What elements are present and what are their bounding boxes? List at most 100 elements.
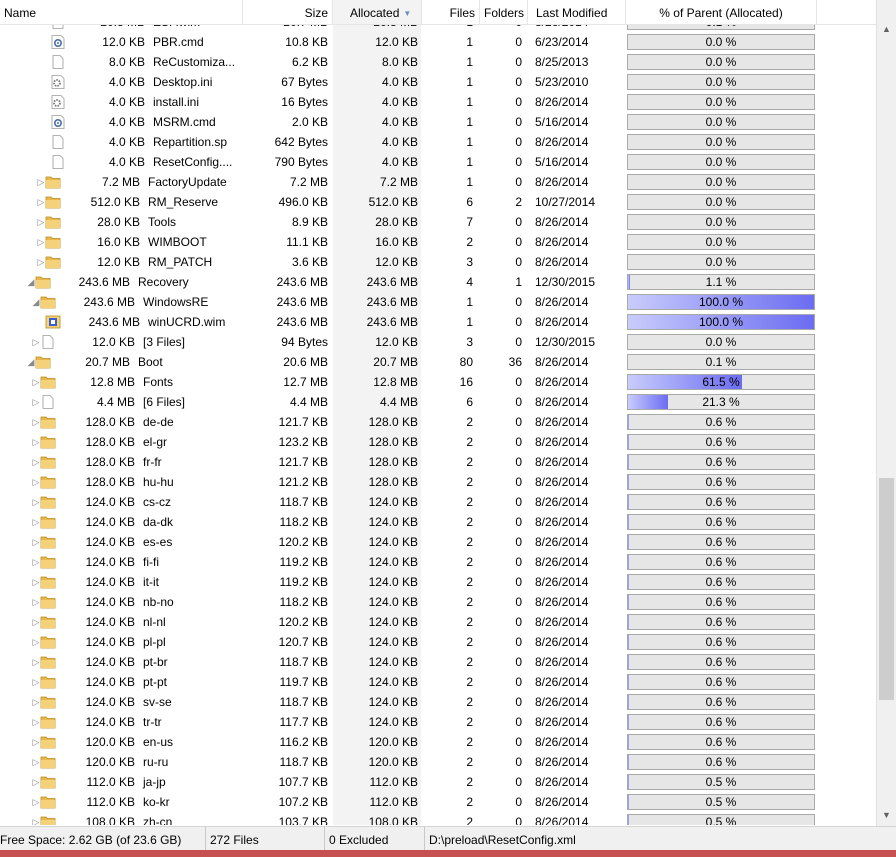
row-allocated: 4.0 KB bbox=[381, 135, 418, 149]
percent-bar: 0.6 % bbox=[627, 694, 815, 710]
table-row[interactable]: ▷ 108.0 KB zh-cn 103.7 KB 108.0 KB 2 0 8/26/201… bbox=[0, 812, 876, 825]
table-row[interactable]: ▷ 124.0 KB nl-nl 120.2 KB 124.0 KB 2 0 8/26/201… bbox=[0, 612, 876, 632]
row-allocated: 12.0 KB bbox=[375, 335, 418, 349]
header-percent-of-parent[interactable]: % of Parent (Allocated) bbox=[626, 0, 817, 24]
table-row[interactable]: 4.0 KB install.ini 16 Bytes 4.0 KB 1 0 8/26/20… bbox=[0, 92, 876, 112]
row-allocated: 4.0 KB bbox=[381, 155, 418, 169]
table-row[interactable]: ▷ 28.0 KB Tools 8.9 KB 28.0 KB 7 0 8/26/2014 0.0… bbox=[0, 212, 876, 232]
table-row[interactable]: ▷ 124.0 KB tr-tr 117.7 KB 124.0 KB 2 0 8/26/201… bbox=[0, 712, 876, 732]
table-row[interactable]: ▷ 124.0 KB cs-cz 118.7 KB 124.0 KB 2 0 8/26/201… bbox=[0, 492, 876, 512]
table-row[interactable]: ▷ 120.0 KB en-us 116.2 KB 120.0 KB 2 0 8/26/201… bbox=[0, 732, 876, 752]
header-allocated[interactable]: Allocated ▼ bbox=[333, 0, 422, 24]
row-name: Boot bbox=[138, 355, 163, 369]
table-row[interactable]: ▷ 124.0 KB es-es 120.2 KB 124.0 KB 2 0 8/26/201… bbox=[0, 532, 876, 552]
row-name: ReCustomiza... bbox=[153, 55, 236, 69]
table-row[interactable]: ◢ 20.7 MB Boot 20.6 MB 20.7 MB 80 36 8/26/2014 0… bbox=[0, 352, 876, 372]
row-last-modified: 8/26/2014 bbox=[535, 655, 589, 669]
folder-icon bbox=[40, 555, 56, 569]
row-allocated-label: 20.7 MB bbox=[85, 355, 130, 369]
table-row[interactable]: ▷ 124.0 KB fi-fi 119.2 KB 124.0 KB 2 0 8/26/201… bbox=[0, 552, 876, 572]
table-row[interactable]: 12.0 KB PBR.cmd 10.8 KB 12.0 KB 1 0 6/23/2014 0… bbox=[0, 32, 876, 52]
percent-bar: 100.0 % bbox=[627, 314, 815, 330]
table-row[interactable]: 4.0 KB Desktop.ini 67 Bytes 4.0 KB 1 0 5/23/20… bbox=[0, 72, 876, 92]
row-last-modified: 8/26/2014 bbox=[535, 535, 589, 549]
scroll-up-arrow-icon[interactable]: ▲ bbox=[877, 24, 896, 34]
folder-icon bbox=[40, 575, 56, 589]
percent-bar: 61.5 % bbox=[627, 374, 815, 390]
row-last-modified: 8/26/2014 bbox=[535, 315, 589, 329]
row-last-modified: 8/26/2014 bbox=[535, 255, 589, 269]
header-last-modified[interactable]: Last Modified bbox=[528, 0, 626, 24]
percent-label: 21.3 % bbox=[702, 395, 740, 409]
header-last-modified-label: Last Modified bbox=[536, 6, 608, 20]
row-last-modified: 8/26/2014 bbox=[535, 575, 589, 589]
table-row[interactable]: ▷ 128.0 KB hu-hu 121.2 KB 128.0 KB 2 0 8/26/201… bbox=[0, 472, 876, 492]
row-size: 118.2 KB bbox=[279, 595, 328, 609]
table-row[interactable]: ◢ 243.6 MB Recovery 243.6 MB 243.6 MB 4 1 12/30… bbox=[0, 272, 876, 292]
percent-label: 100.0 % bbox=[698, 295, 744, 309]
table-row[interactable]: ▷ 124.0 KB sv-se 118.7 KB 124.0 KB 2 0 8/26/201… bbox=[0, 692, 876, 712]
table-row[interactable]: ▷ 120.0 KB ru-ru 118.7 KB 120.0 KB 2 0 8/26/201… bbox=[0, 752, 876, 772]
table-row[interactable]: ▷ 112.0 KB ko-kr 107.2 KB 112.0 KB 2 0 8/26/201… bbox=[0, 792, 876, 812]
table-row[interactable]: ▷ 124.0 KB da-dk 118.2 KB 124.0 KB 2 0 8/26/201… bbox=[0, 512, 876, 532]
scrollbar-thumb[interactable] bbox=[879, 478, 894, 700]
header-size[interactable]: Size bbox=[243, 0, 333, 24]
row-last-modified: 8/26/2014 bbox=[535, 435, 589, 449]
row-folders: 0 bbox=[515, 375, 522, 389]
row-allocated-label: 4.0 KB bbox=[108, 75, 145, 89]
table-row[interactable]: ▷ 4.4 MB [6 Files] 4.4 MB 4.4 MB 6 0 8/26/2014 2… bbox=[0, 392, 876, 412]
vertical-scrollbar[interactable]: ▲ ▼ bbox=[876, 0, 896, 826]
row-files: 1 bbox=[466, 135, 473, 149]
row-allocated: 108.0 KB bbox=[368, 815, 418, 825]
row-size: 243.6 MB bbox=[276, 295, 328, 309]
row-files: 2 bbox=[466, 455, 473, 469]
row-size: 118.2 KB bbox=[279, 515, 328, 529]
table-row[interactable]: ▷ 12.8 MB Fonts 12.7 MB 12.8 MB 16 0 8/26/2014 6… bbox=[0, 372, 876, 392]
table-row[interactable]: ▷ 124.0 KB pt-pt 119.7 KB 124.0 KB 2 0 8/26/201… bbox=[0, 672, 876, 692]
row-files: 80 bbox=[459, 355, 473, 369]
table-row[interactable]: ◢ 243.6 MB WindowsRE 243.6 MB 243.6 MB 1 0 8/26… bbox=[0, 292, 876, 312]
table-row[interactable]: ▷ 124.0 KB pt-br 118.7 KB 124.0 KB 2 0 8/26/201… bbox=[0, 652, 876, 672]
tree-list[interactable]: 20.8 MBESP.wim20.7 MB20.8 MB108/26/20140… bbox=[0, 12, 876, 825]
table-row[interactable]: ▷ 112.0 KB ja-jp 107.7 KB 112.0 KB 2 0 8/26/201… bbox=[0, 772, 876, 792]
folder-icon bbox=[40, 715, 56, 729]
percent-bar: 0.6 % bbox=[627, 494, 815, 510]
table-row[interactable]: ▷ 12.0 KB RM_PATCH 3.6 KB 12.0 KB 3 0 8/26/2014… bbox=[0, 252, 876, 272]
table-row[interactable]: ▷ 16.0 KB WIMBOOT 11.1 KB 16.0 KB 2 0 8/26/2014… bbox=[0, 232, 876, 252]
header-files[interactable]: Files bbox=[422, 0, 480, 24]
row-files: 2 bbox=[466, 635, 473, 649]
table-row[interactable]: ▷ 124.0 KB nb-no 118.2 KB 124.0 KB 2 0 8/26/201… bbox=[0, 592, 876, 612]
table-row[interactable]: ▷ 12.0 KB [3 Files] 94 Bytes 12.0 KB 3 0 12/30/… bbox=[0, 332, 876, 352]
percent-label: 0.0 % bbox=[705, 155, 737, 169]
wim-icon bbox=[45, 315, 61, 329]
table-row[interactable]: ▷ 124.0 KB pl-pl 120.7 KB 124.0 KB 2 0 8/26/201… bbox=[0, 632, 876, 652]
table-row[interactable]: ▷ 512.0 KB RM_Reserve 496.0 KB 512.0 KB 6 2 10/… bbox=[0, 192, 876, 212]
row-name: RM_Reserve bbox=[148, 195, 219, 209]
table-row[interactable]: 8.0 KB ReCustomiza... 6.2 KB 8.0 KB 1 0 8/25/2… bbox=[0, 52, 876, 72]
percent-label: 0.6 % bbox=[705, 715, 737, 729]
row-allocated: 16.0 KB bbox=[375, 235, 418, 249]
row-folders: 0 bbox=[515, 495, 522, 509]
header-name[interactable]: Name bbox=[0, 0, 243, 24]
row-last-modified: 8/26/2014 bbox=[535, 795, 589, 809]
row-allocated-label: 12.0 KB bbox=[97, 255, 140, 269]
table-row[interactable]: 4.0 KB Repartition.sp 642 Bytes 4.0 KB 1 0 8/2… bbox=[0, 132, 876, 152]
row-files: 3 bbox=[466, 255, 473, 269]
table-row[interactable]: ▷ 7.2 MB FactoryUpdate 7.2 MB 7.2 MB 1 0 8/26/2… bbox=[0, 172, 876, 192]
percent-bar: 0.6 % bbox=[627, 734, 815, 750]
table-row[interactable]: 4.0 KB ResetConfig.... 790 Bytes 4.0 KB 1 0 5/… bbox=[0, 152, 876, 172]
table-row[interactable]: ▷ 128.0 KB de-de 121.7 KB 128.0 KB 2 0 8/26/201… bbox=[0, 412, 876, 432]
row-files: 2 bbox=[466, 655, 473, 669]
table-row[interactable]: ▷ 128.0 KB fr-fr 121.7 KB 128.0 KB 2 0 8/26/201… bbox=[0, 452, 876, 472]
file-icon bbox=[50, 135, 66, 149]
header-folders[interactable]: Folders bbox=[480, 0, 528, 24]
table-row[interactable]: ▷ 124.0 KB it-it 119.2 KB 124.0 KB 2 0 8/26/201… bbox=[0, 572, 876, 592]
scroll-down-arrow-icon[interactable]: ▼ bbox=[877, 810, 896, 820]
row-last-modified: 8/26/2014 bbox=[535, 555, 589, 569]
table-row[interactable]: 243.6 MB winUCRD.wim 243.6 MB 243.6 MB 1 0 8/2… bbox=[0, 312, 876, 332]
table-row[interactable]: ▷ 128.0 KB el-gr 123.2 KB 128.0 KB 2 0 8/26/201… bbox=[0, 432, 876, 452]
percent-bar: 0.6 % bbox=[627, 674, 815, 690]
row-last-modified: 8/26/2014 bbox=[535, 95, 589, 109]
row-last-modified: 5/16/2014 bbox=[535, 115, 589, 129]
table-row[interactable]: 4.0 KB MSRM.cmd 2.0 KB 4.0 KB 1 0 5/16/2014 0.0… bbox=[0, 112, 876, 132]
